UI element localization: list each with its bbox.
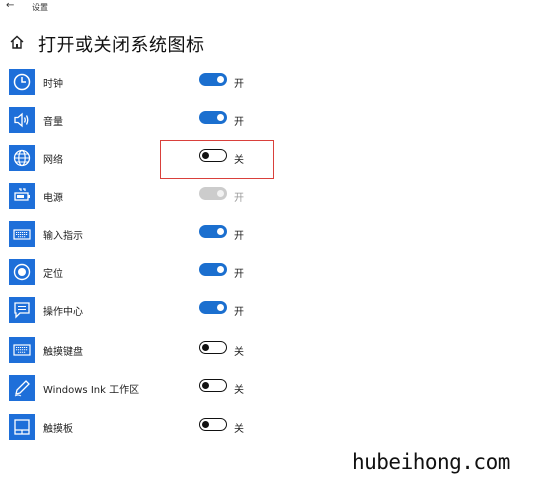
row-label: 触摸键盘: [43, 347, 83, 358]
page-title: 打开或关闭系统图标: [38, 35, 205, 56]
home-icon[interactable]: [9, 34, 25, 50]
setting-row-input-indicator: 输入指示 开: [0, 221, 300, 257]
keyboard-icon: [9, 221, 35, 247]
row-label: 时钟: [43, 79, 63, 90]
toggle-state-label: 关: [234, 385, 244, 396]
setting-row-location: 定位 开: [0, 259, 300, 295]
toggle-switch[interactable]: [199, 341, 227, 354]
toggle-knob: [202, 420, 209, 428]
row-label: 电源: [43, 193, 63, 204]
watermark: hubeihong.com: [352, 450, 510, 474]
network-icon: [9, 145, 35, 171]
action-center-icon: [9, 297, 35, 323]
setting-row-windows-ink: Windows Ink 工作区 关: [0, 375, 300, 411]
row-label: 输入指示: [43, 231, 83, 242]
toggle-switch[interactable]: [199, 379, 227, 392]
toggle-knob: [202, 381, 209, 389]
row-label: 操作中心: [43, 307, 83, 318]
toggle-state-label: 开: [234, 269, 244, 280]
battery-icon: [9, 183, 35, 209]
toggle-knob: [217, 303, 224, 311]
toggle-switch[interactable]: [199, 225, 227, 238]
toggle-switch[interactable]: [199, 263, 227, 276]
touchpad-icon: [9, 414, 35, 440]
toggle-state-label: 开: [234, 231, 244, 242]
toggle-switch[interactable]: [199, 111, 227, 124]
toggle-knob: [217, 227, 224, 235]
volume-icon: [9, 107, 35, 133]
pen-icon: [9, 375, 35, 401]
toggle-state-label: 关: [234, 424, 244, 435]
toggle-state-label: 关: [234, 347, 244, 358]
row-label: Windows Ink 工作区: [43, 385, 140, 396]
toggle-knob: [217, 189, 224, 197]
toggle-knob: [217, 265, 224, 273]
toggle-switch[interactable]: [199, 418, 227, 431]
toggle-state-label: 开: [234, 79, 244, 90]
back-arrow-icon[interactable]: ←: [6, 0, 14, 11]
touch-keyboard-icon: [9, 337, 35, 363]
setting-row-power: 电源 开: [0, 183, 300, 219]
setting-row-action-center: 操作中心 开: [0, 297, 300, 333]
highlight-annotation-box: [160, 140, 274, 179]
title-bar: ← 设置: [0, 0, 544, 16]
clock-icon: [9, 69, 35, 95]
toggle-knob: [202, 343, 209, 351]
toggle-switch[interactable]: [199, 73, 227, 86]
row-label: 触摸板: [43, 424, 73, 435]
toggle-state-label: 开: [234, 193, 244, 204]
setting-row-volume: 音量 开: [0, 107, 300, 143]
setting-row-clock: 时钟 开: [0, 69, 300, 105]
toggle-knob: [217, 75, 224, 83]
setting-row-touch-keyboard: 触摸键盘 关: [0, 337, 300, 373]
row-label: 音量: [43, 117, 63, 128]
toggle-state-label: 开: [234, 307, 244, 318]
app-title: 设置: [32, 3, 48, 12]
toggle-switch[interactable]: [199, 301, 227, 314]
location-icon: [9, 259, 35, 285]
row-label: 网络: [43, 155, 63, 166]
setting-row-touchpad: 触摸板 关: [0, 414, 300, 450]
toggle-knob: [217, 113, 224, 121]
toggle-state-label: 开: [234, 117, 244, 128]
row-label: 定位: [43, 269, 63, 280]
toggle-switch: [199, 187, 227, 200]
